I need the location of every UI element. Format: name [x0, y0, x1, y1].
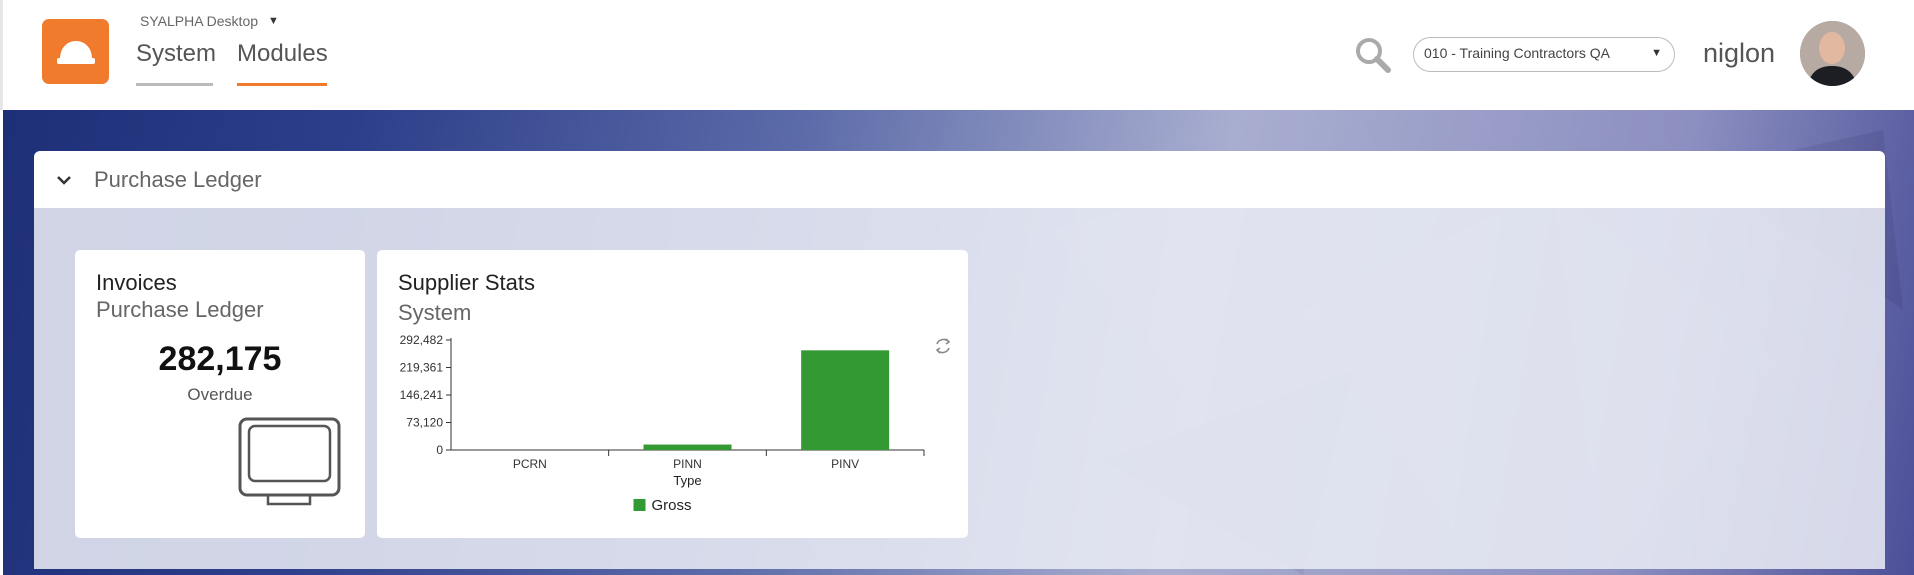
supplier-stats-chart: 0 73,120 146,241 219,361 292,482 PCRN PINN PINV… [400, 333, 925, 514]
app-switcher-label: SYALPHA Desktop [140, 13, 259, 29]
panel-body: Invoices Purchase Ledger 282,175 Overdue… [34, 208, 1885, 569]
y-tick-label: 146,241 [400, 388, 444, 402]
chart-labels: 0 73,120 146,241 219,361 292,482 PCRN PINN PINV… [400, 333, 860, 514]
tab-system-label: System [136, 40, 217, 67]
overdue-label: Overdue [187, 385, 253, 404]
chevron-down-icon [57, 175, 71, 185]
caret-down-icon: ▼ [1651, 47, 1662, 59]
tab-modules-label: Modules [237, 40, 328, 67]
username: niglon [1703, 38, 1776, 68]
bar-pinv [801, 350, 890, 450]
search-icon [1356, 38, 1391, 73]
legend-label: Gross [652, 497, 692, 514]
company-select-value: 010 - Training Contractors QA [1424, 45, 1610, 61]
app-logo[interactable] [42, 19, 109, 84]
panel-title: Purchase Ledger [94, 166, 262, 192]
x-axis-title: Type [673, 473, 701, 488]
overdue-count: 282,175 [158, 340, 282, 378]
chart-bars [643, 350, 890, 450]
app-switcher[interactable]: SYALPHA Desktop ▼ [140, 13, 279, 29]
card-subtitle: Purchase Ledger [96, 297, 264, 322]
bar-pinn [643, 444, 732, 450]
company-select[interactable]: 010 - Training Contractors QA ▼ [1413, 37, 1675, 72]
card-title: Invoices [96, 270, 177, 295]
collapse-button[interactable] [34, 151, 94, 208]
top-header: SYALPHA Desktop ▼ System Modules 010 - T… [0, 0, 1914, 110]
tab-modules[interactable]: Modules [237, 40, 328, 86]
panel-header: Purchase Ledger [34, 151, 1885, 208]
tab-system[interactable]: System [136, 40, 217, 86]
y-tick-label: 292,482 [400, 333, 444, 347]
x-tick-label: PINV [831, 457, 859, 471]
supplier-stats-card[interactable]: Supplier Stats System 0 73,120 146,241 219,… [377, 250, 968, 538]
search-button[interactable] [1353, 35, 1393, 75]
avatar[interactable] [1800, 21, 1865, 86]
tab-underline [136, 83, 213, 86]
y-tick-label: 219,361 [400, 361, 444, 375]
legend-swatch [633, 499, 646, 511]
y-tick-label: 73,120 [406, 416, 443, 430]
monitor-icon [238, 417, 341, 506]
invoices-card[interactable]: Invoices Purchase Ledger 282,175 Overdue [75, 250, 365, 538]
user-photo [1800, 21, 1865, 86]
hard-hat-icon [56, 40, 95, 64]
tab-underline-active [237, 83, 327, 86]
x-tick-label: PINN [673, 457, 702, 471]
purchase-ledger-panel: Purchase Ledger Invoices Purchase Ledger… [34, 151, 1885, 569]
x-tick-label: PCRN [513, 457, 547, 471]
caret-down-icon: ▼ [268, 15, 279, 27]
y-tick-label: 0 [436, 443, 443, 457]
